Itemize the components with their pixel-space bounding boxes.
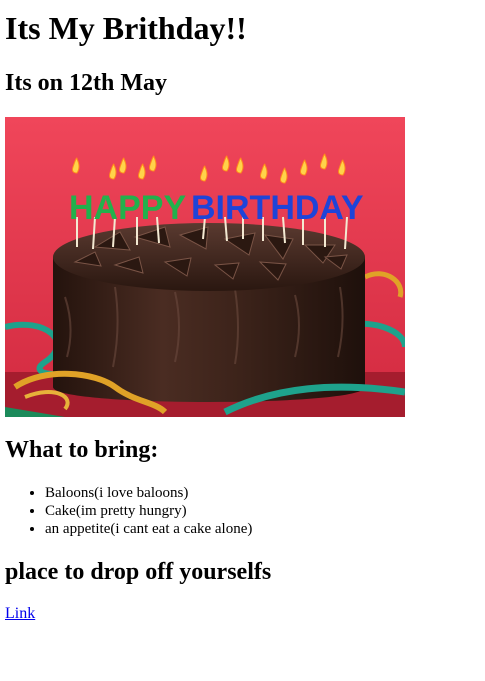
candle-letter: HAPPY [69,189,186,227]
drop-off-link[interactable]: Link [5,605,35,623]
page-subtitle: Its on 12th May [5,70,168,96]
bring-list: Baloons(i love baloons) Cake(im pretty h… [5,484,480,538]
candle-letter: BIRTHDAY [191,189,364,227]
list-item: Baloons(i love baloons) [45,484,480,502]
list-item: Cake(im pretty hungry) [45,502,480,520]
page-title: Its My Brithday!! [5,10,247,46]
what-to-bring-heading: What to bring: [5,437,159,463]
birthday-cake-photo: HAPPY BIRTHDAY [5,117,405,417]
page: Its My Brithday!! Its on 12th May HAPPY … [0,8,485,623]
drop-off-heading: place to drop off yourselfs [5,559,272,585]
list-item: an appetite(i cant eat a cake alone) [45,520,480,538]
